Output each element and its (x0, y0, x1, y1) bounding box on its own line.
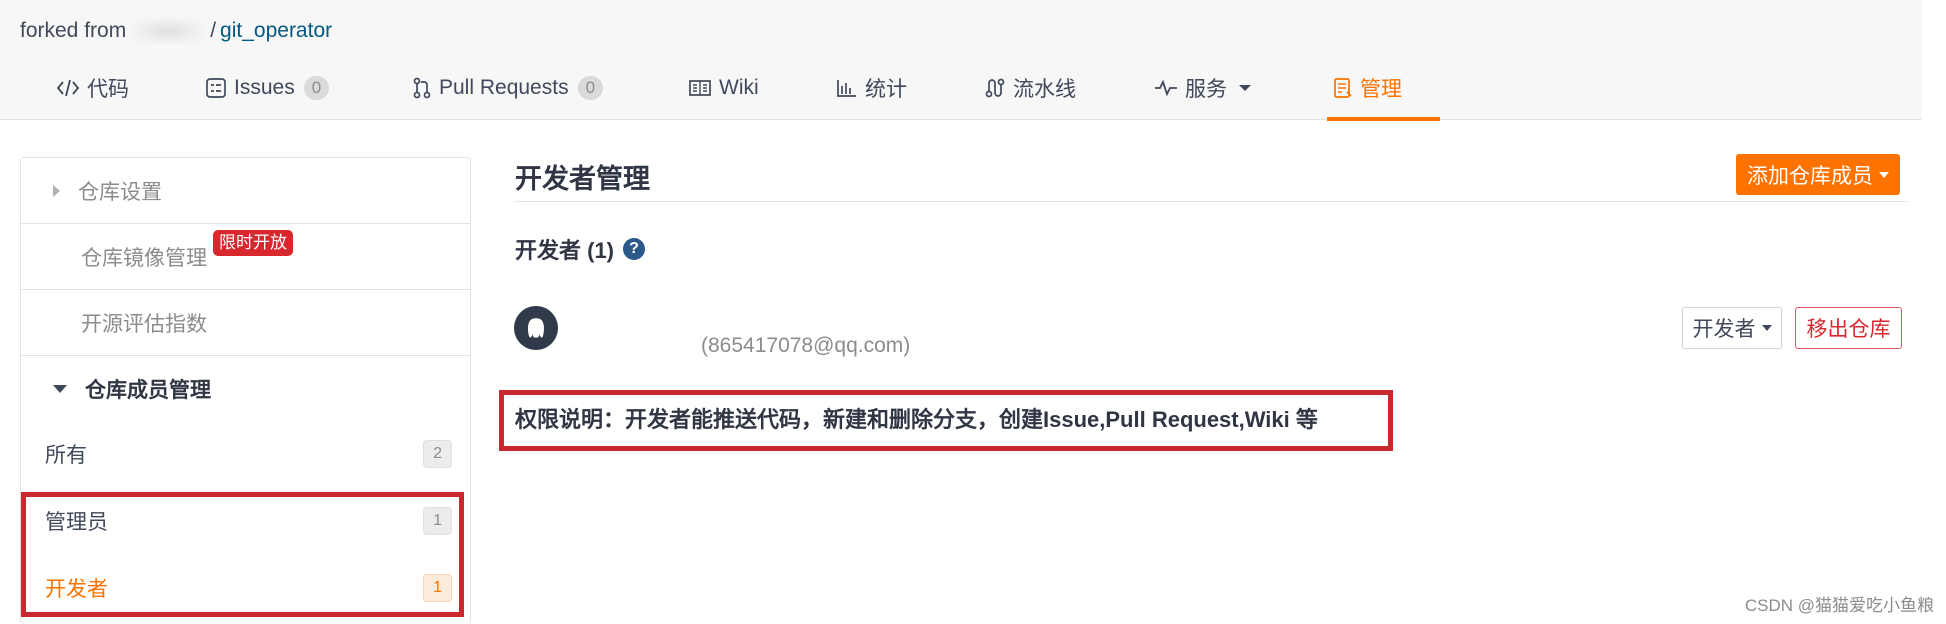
repo-name-link[interactable]: git_operator (220, 19, 332, 43)
repo-separator: / (210, 19, 217, 42)
repo-header: forked from / git_operator 代码 Issues 0 P… (0, 0, 1922, 121)
member-email: (865417078@qq.com) (701, 334, 911, 357)
pull-requests-count-badge: 0 (577, 76, 604, 100)
sidebar-item-repo-settings[interactable]: 仓库设置 (21, 158, 470, 224)
chevron-down-icon (1761, 325, 1772, 331)
role-label: 开发者 (45, 578, 108, 601)
tab-label: Wiki (719, 76, 759, 99)
pull-request-icon (413, 77, 431, 99)
settings-sidebar: 仓库设置 仓库镜像管理 限时开放 开源评估指数 仓库成员管理 所有 2 管理员 … (20, 157, 471, 624)
tab-stats[interactable]: 统计 (836, 56, 907, 120)
add-member-button-label: 添加仓库成员 (1747, 164, 1873, 188)
tab-label: 代码 (87, 78, 129, 101)
watermark: CSDN @猫猫爱吃小鱼粮 (1744, 596, 1934, 615)
wiki-icon (689, 80, 711, 96)
issues-icon (206, 78, 226, 98)
role-count-badge: 1 (423, 507, 452, 535)
tab-pull-requests[interactable]: Pull Requests 0 (412, 56, 604, 120)
forked-from-label: forked from (20, 19, 127, 42)
tab-service[interactable]: 服务 (1154, 56, 1260, 120)
stats-icon (837, 80, 856, 97)
tab-label: Pull Requests (439, 76, 569, 99)
caret-down-icon (53, 385, 67, 393)
member-role-value: 开发者 (1692, 318, 1756, 341)
add-member-button[interactable]: 添加仓库成员 (1736, 154, 1900, 195)
title-divider (515, 201, 1907, 202)
chevron-down-icon (1879, 171, 1889, 178)
role-count-badge: 1 (423, 574, 452, 602)
sidebar-item-label: 开源评估指数 (81, 312, 207, 336)
redacted-owner (132, 18, 205, 44)
tab-code[interactable]: 代码 (56, 56, 129, 120)
limited-time-badge: 限时开放 (213, 230, 293, 256)
sidebar-item-label: 仓库成员管理 (85, 379, 211, 402)
role-filter-all[interactable]: 所有 2 (21, 421, 470, 487)
role-count-badge: 2 (423, 440, 452, 468)
tab-issues[interactable]: Issues 0 (205, 56, 330, 120)
role-filter-developer[interactable]: 开发者 1 (21, 555, 470, 621)
tab-manage[interactable]: 管理 (1327, 56, 1440, 121)
tab-label: 服务 (1185, 78, 1227, 101)
permission-note: 权限说明：开发者能推送代码，新建和删除分支，创建Issue,Pull Reque… (515, 407, 1318, 432)
tab-wiki[interactable]: Wiki (688, 56, 759, 120)
chevron-down-icon (1239, 85, 1251, 91)
service-icon (1155, 79, 1177, 97)
forked-from-line: forked from / git_operator (20, 18, 332, 44)
user-avatar-icon (528, 318, 544, 338)
sidebar-item-member-manage[interactable]: 仓库成员管理 (21, 356, 470, 422)
role-label: 管理员 (45, 511, 108, 534)
remove-member-button[interactable]: 移出仓库 (1795, 307, 1902, 349)
tab-pipeline[interactable]: 流水线 (984, 56, 1076, 120)
sidebar-item-label: 仓库设置 (78, 180, 162, 204)
page-title: 开发者管理 (515, 164, 650, 194)
issues-count-badge: 0 (303, 76, 330, 100)
tab-label: 统计 (865, 78, 907, 101)
manage-icon (1334, 78, 1352, 98)
tab-label: 管理 (1360, 78, 1402, 101)
caret-right-icon (53, 184, 60, 197)
developers-heading: 开发者 (1) ? (515, 233, 646, 265)
sidebar-item-label: 仓库镜像管理 (81, 246, 207, 270)
tab-label: 流水线 (1013, 78, 1076, 101)
role-label: 所有 (45, 444, 87, 467)
developers-heading-text: 开发者 (1) (515, 238, 615, 263)
sidebar-item-open-source-index[interactable]: 开源评估指数 (21, 290, 470, 356)
tab-label: Issues (234, 76, 295, 99)
pipeline-icon (985, 78, 1005, 98)
code-icon (56, 79, 80, 97)
member-role-select[interactable]: 开发者 (1682, 307, 1782, 349)
avatar (514, 306, 558, 350)
help-icon[interactable]: ? (623, 238, 646, 260)
role-filter-admin[interactable]: 管理员 1 (21, 488, 470, 554)
